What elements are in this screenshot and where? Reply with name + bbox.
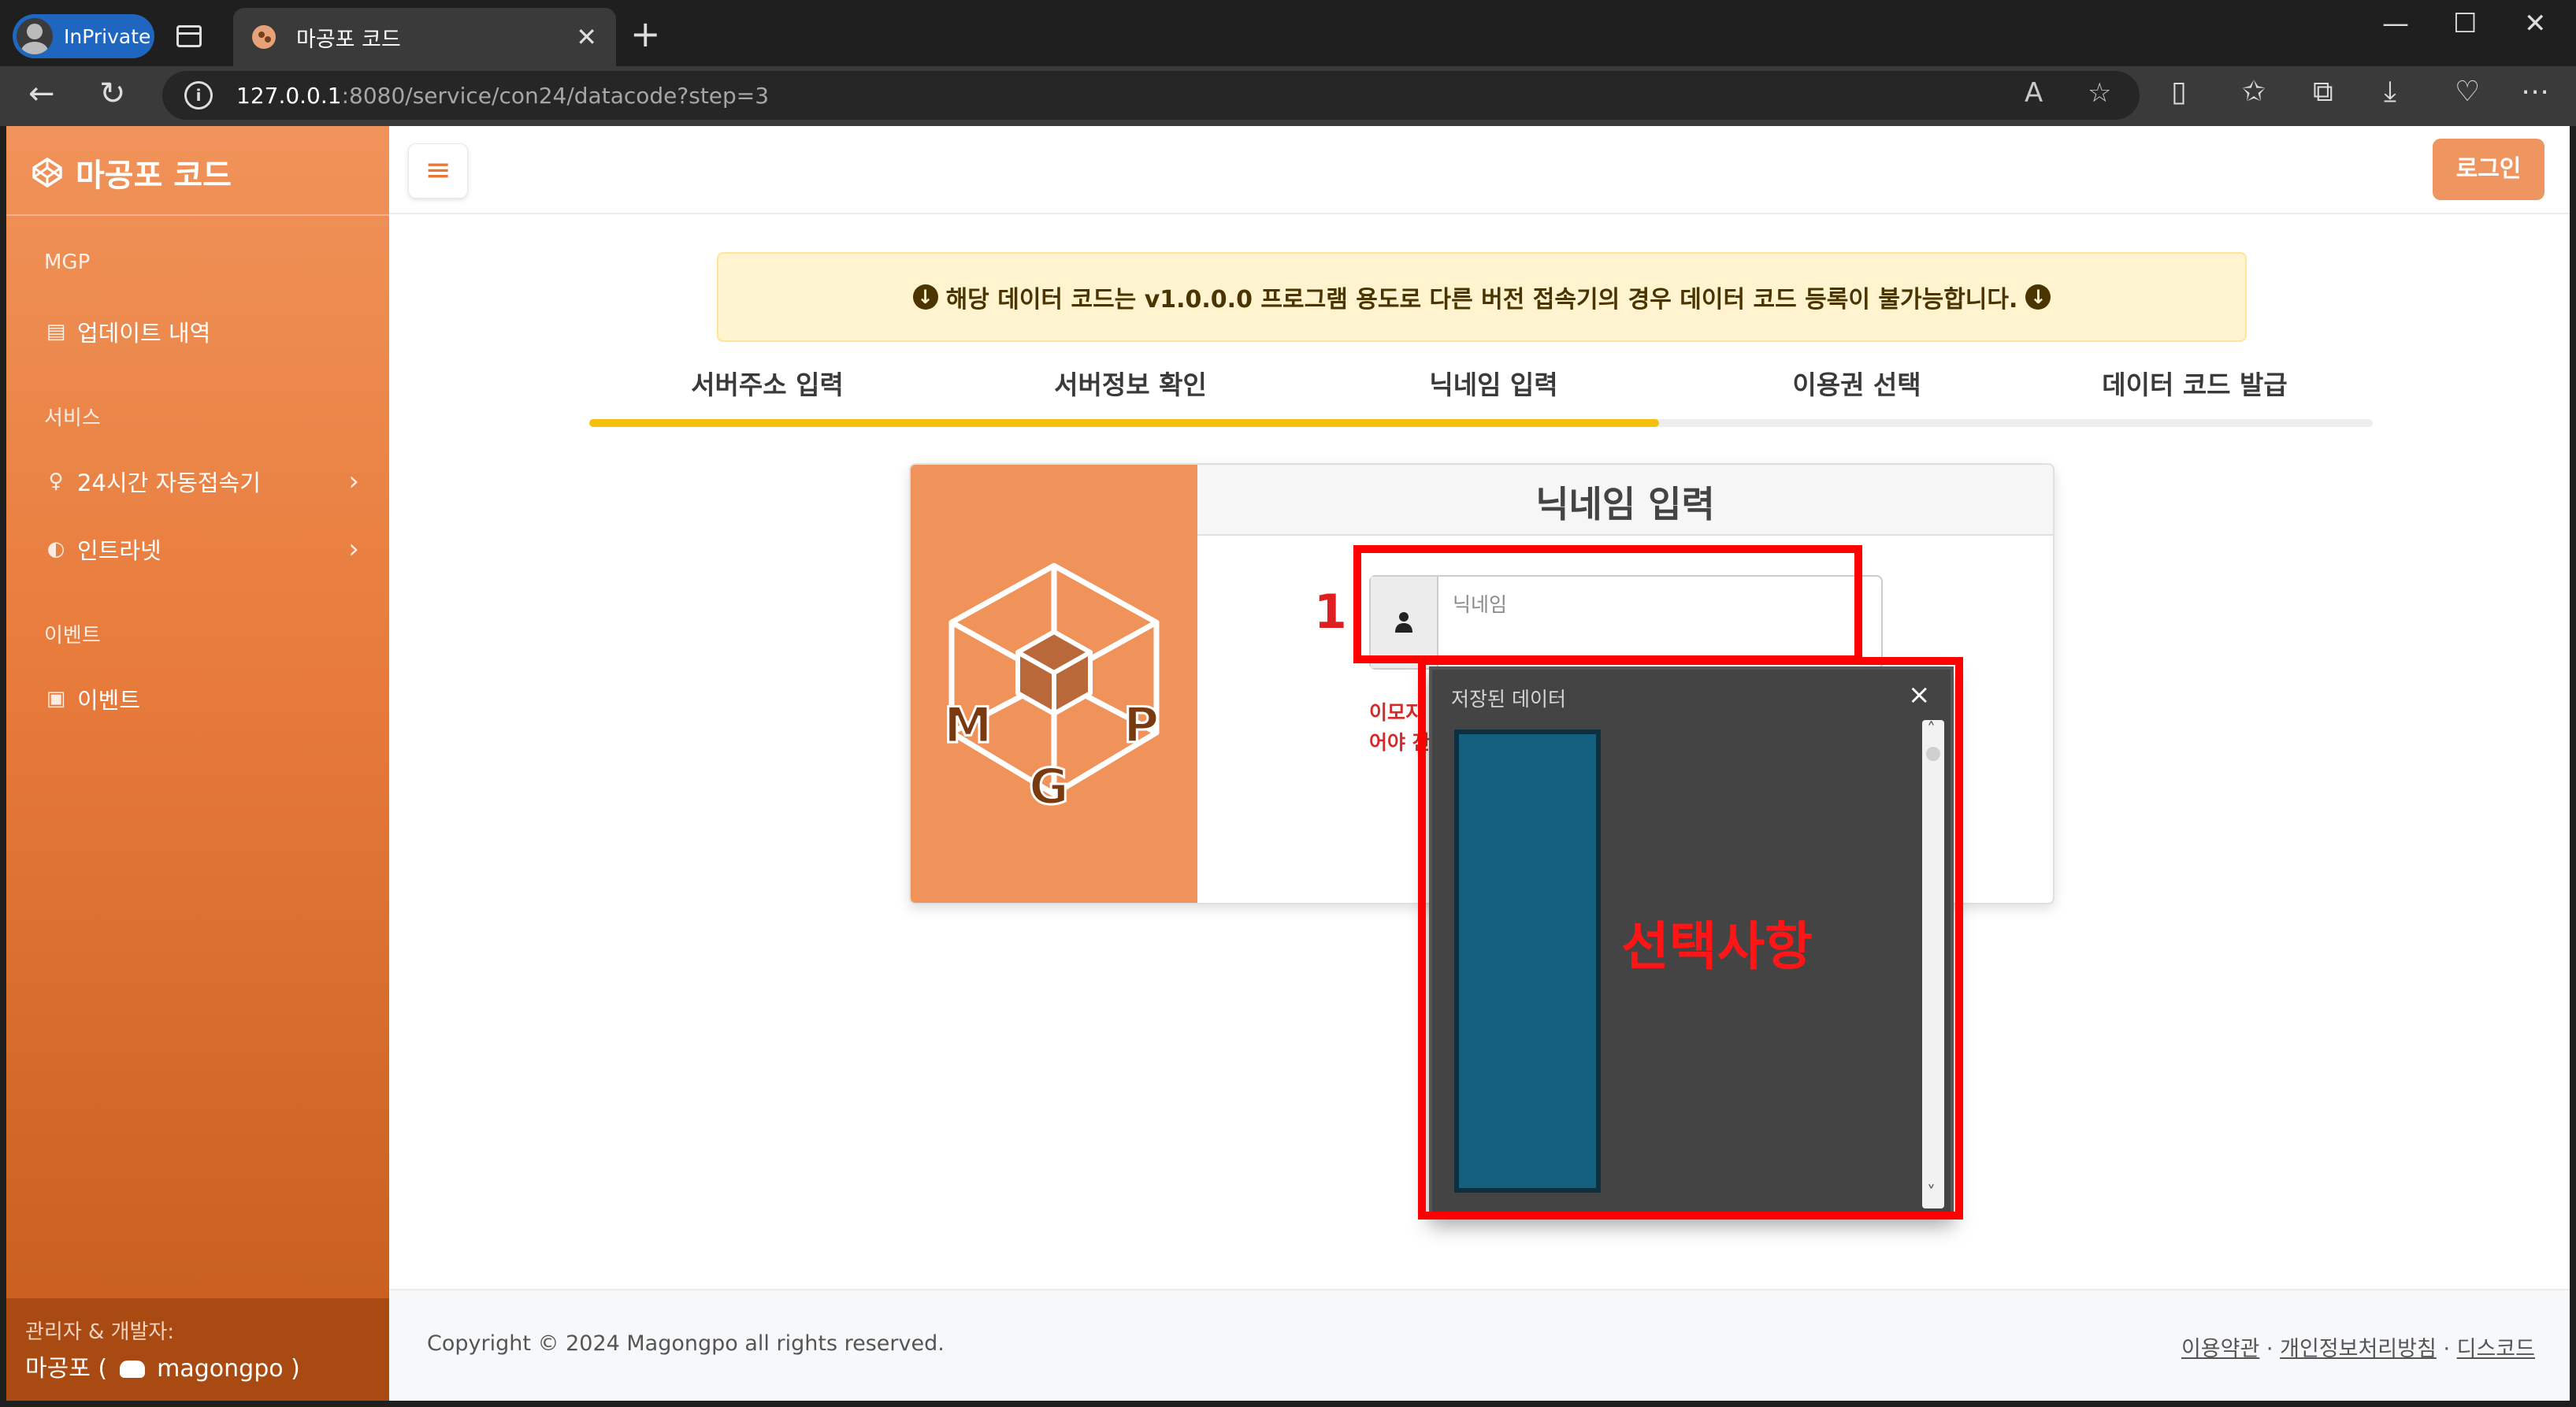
browser-tab-active[interactable]: 마공포 코드 ✕ xyxy=(233,8,616,66)
login-button[interactable]: 로그인 xyxy=(2433,139,2544,200)
tab-title: 마공포 코드 xyxy=(296,27,401,52)
annotation-number: 1 xyxy=(1314,585,1347,640)
step-data-code: 데이터 코드 발급 xyxy=(2102,369,2288,400)
inprivate-badge[interactable]: InPrivate xyxy=(13,14,154,58)
sidebar-footer-credit: 마공포 ( magongpo ) xyxy=(25,1349,300,1383)
favorites-icon[interactable]: ✩ xyxy=(2242,76,2266,108)
lightbulb-icon: ♀ xyxy=(48,470,64,493)
card-title: 닉네임 입력 xyxy=(1535,483,1715,525)
step-indicator: 서버주소 입력 서버정보 확인 닉네임 입력 이용권 선택 데이터 코드 발급 xyxy=(589,364,2373,427)
sidebar-item-label: 이벤트 xyxy=(77,687,141,714)
privacy-policy-link[interactable]: 개인정보처리방침 xyxy=(2280,1337,2437,1361)
sidebar-item-label: 업데이트 내역 xyxy=(77,320,211,347)
split-screen-icon[interactable]: ▯ xyxy=(2171,76,2187,108)
calendar-check-icon: ▣ xyxy=(46,687,66,711)
sidebar-heading-event: 이벤트 xyxy=(44,624,101,648)
favorite-star-icon[interactable]: ☆ xyxy=(2088,77,2111,109)
arrow-circle-down-icon: ↓ xyxy=(912,284,938,310)
chevron-right-icon: › xyxy=(348,466,359,497)
page-footer: Copyright © 2024 Magongpo all rights res… xyxy=(389,1289,2570,1401)
annotation-box-nickname xyxy=(1353,545,1862,663)
card-header: 닉네임 입력 xyxy=(1197,465,2053,536)
new-tab-icon[interactable]: + xyxy=(630,13,661,55)
card-logo-panel: M G P xyxy=(911,465,1197,903)
profile-avatar xyxy=(17,18,53,54)
inprivate-label: InPrivate xyxy=(64,24,151,48)
maximize-icon[interactable]: ☐ xyxy=(2453,8,2477,39)
brand-name: 마공포 코드 xyxy=(76,158,232,194)
developer-name: 마공포 ( xyxy=(25,1355,108,1383)
sidebar-item-event[interactable]: ▣ 이벤트 xyxy=(44,682,359,715)
version-notice-alert: ↓ 해당 데이터 코드는 v1.0.0.0 프로그램 용도로 다른 버전 접속기… xyxy=(717,252,2247,342)
step-server-info: 서버정보 확인 xyxy=(1054,369,1207,400)
hamburger-menu-icon[interactable]: ≡ xyxy=(408,143,468,199)
top-navbar: ≡ 로그인 xyxy=(389,126,2570,214)
tab-actions-icon[interactable] xyxy=(176,25,202,47)
chevron-right-icon: › xyxy=(348,533,359,565)
step-pass-select: 이용권 선택 xyxy=(1792,369,1921,400)
copyright-text: Copyright © 2024 Magongpo all rights res… xyxy=(427,1331,945,1356)
footer-separator: · xyxy=(2266,1337,2273,1361)
codepen-logo-icon xyxy=(32,157,62,188)
browser-tab-bar: InPrivate 마공포 코드 ✕ + — ☐ ✕ xyxy=(0,0,2576,66)
clipboard-icon: ▤ xyxy=(46,320,66,343)
sidebar-item-label: 인트라넷 xyxy=(77,537,161,564)
url-host: 127.0.0.1 xyxy=(236,82,342,109)
minimize-icon[interactable]: — xyxy=(2382,8,2409,39)
developer-handle: magongpo ) xyxy=(157,1355,300,1383)
cookie-favicon-icon xyxy=(252,25,276,49)
step-progress-fill xyxy=(589,419,1660,427)
logo-letter-g: G xyxy=(1029,758,1069,815)
arrow-circle-down-icon: ↓ xyxy=(2025,284,2051,310)
annotation-label-optional: 선택사항 xyxy=(1621,916,1813,977)
step-nickname: 닉네임 입력 xyxy=(1429,369,1558,400)
url-field[interactable]: i 127.0.0.1 :8080/service/con24/datacode… xyxy=(162,71,2140,120)
window-close-icon[interactable]: ✕ xyxy=(2524,8,2547,39)
brand-link[interactable]: 마공포 코드 xyxy=(32,150,232,195)
terms-link[interactable]: 이용약관 xyxy=(2181,1337,2259,1361)
footer-separator: · xyxy=(2443,1337,2451,1361)
page-viewport: 마공포 코드 MGP ▤ 업데이트 내역 서비스 ♀ 24시간 자동접속기 › … xyxy=(6,126,2570,1401)
sidebar-item-intranet[interactable]: ◐ 인트라넷 › xyxy=(44,533,359,566)
notice-text: 해당 데이터 코드는 v1.0.0.0 프로그램 용도로 다른 버전 접속기의 … xyxy=(945,286,2018,314)
footer-links: 이용약관 · 개인정보처리방침 · 디스코드 xyxy=(2181,1331,2535,1362)
step-progress-bar xyxy=(589,419,2373,427)
read-aloud-icon[interactable]: A xyxy=(2025,77,2043,109)
sidebar-item-auto-connector[interactable]: ♀ 24시간 자동접속기 › xyxy=(44,465,359,498)
back-icon[interactable]: ← xyxy=(28,76,55,112)
browser-essentials-icon[interactable]: ♡ xyxy=(2455,76,2480,108)
refresh-icon[interactable]: ↻ xyxy=(99,76,126,112)
url-path: :8080/service/con24/datacode?step=3 xyxy=(341,82,770,109)
downloads-icon[interactable]: ⤓ xyxy=(2384,76,2396,109)
discord-icon xyxy=(119,1361,145,1378)
sidebar-footer-caption: 관리자 & 개발자: xyxy=(25,1320,175,1344)
logo-letter-p: P xyxy=(1123,696,1159,754)
step-server-address: 서버주소 입력 xyxy=(691,369,844,400)
brand-divider xyxy=(6,214,389,216)
tab-close-icon[interactable]: ✕ xyxy=(576,22,597,52)
site-info-icon[interactable]: i xyxy=(184,81,213,110)
sidebar-heading-service: 서비스 xyxy=(44,407,101,430)
sidebar-item-label: 24시간 자동접속기 xyxy=(77,470,261,496)
half-circle-icon: ◐ xyxy=(46,537,65,561)
mgp-cube-logo: M G P xyxy=(943,562,1160,817)
discord-link[interactable]: 디스코드 xyxy=(2457,1337,2535,1361)
collections-icon[interactable]: ⧉ xyxy=(2313,76,2333,109)
more-menu-icon[interactable]: ⋯ xyxy=(2521,76,2549,108)
sidebar: 마공포 코드 MGP ▤ 업데이트 내역 서비스 ♀ 24시간 자동접속기 › … xyxy=(6,126,389,1401)
sidebar-heading-mgp: MGP xyxy=(44,251,91,274)
sidebar-footer: 관리자 & 개발자: 마공포 ( magongpo ) xyxy=(6,1298,389,1401)
sidebar-item-update-history[interactable]: ▤ 업데이트 내역 xyxy=(44,315,359,348)
logo-letter-m: M xyxy=(944,696,993,754)
